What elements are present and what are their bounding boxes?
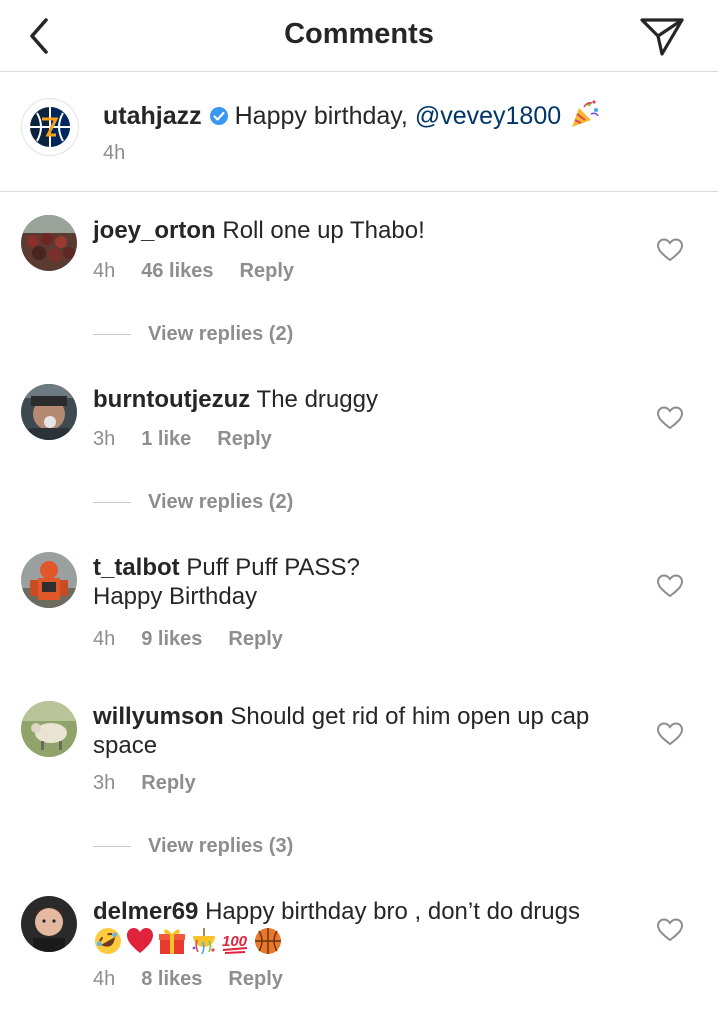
comment-body-line2: Happy Birthday	[93, 583, 258, 610]
avatar[interactable]	[21, 701, 77, 757]
reply-button[interactable]: Reply	[228, 968, 282, 990]
comment-meta: 3h 1 like Reply	[93, 428, 298, 451]
gift-emoji	[157, 926, 187, 961]
caption-text: utahjazz Happy birthday, @vevey1800	[103, 98, 601, 137]
avatar[interactable]	[21, 896, 77, 952]
comment-username[interactable]: delmer69	[93, 898, 198, 925]
view-replies-button[interactable]: View replies (2)	[93, 491, 293, 514]
likes-count[interactable]: 46 likes	[141, 260, 213, 282]
utah-jazz-logo	[30, 107, 70, 147]
utahjazz-avatar[interactable]	[21, 98, 79, 156]
comment-body: The druggy	[256, 386, 378, 413]
comment-timestamp: 4h	[93, 968, 116, 990]
likes-count[interactable]: 8 likes	[141, 968, 202, 990]
avatar[interactable]	[21, 215, 77, 271]
share-button[interactable]	[636, 12, 688, 58]
comment-username[interactable]: t_talbot	[93, 554, 180, 581]
like-button[interactable]	[656, 721, 684, 747]
red-heart-emoji	[125, 926, 155, 961]
comment-body: Happy birthday bro , don’t do drugs	[205, 898, 580, 925]
avatar[interactable]	[21, 384, 77, 440]
heart-outline-icon	[656, 238, 684, 262]
caption-timestamp: 4h	[103, 142, 126, 164]
reply-button[interactable]: Reply	[240, 260, 294, 282]
caption-message: Happy birthday,	[234, 102, 408, 130]
comment-username[interactable]: willyumson	[93, 703, 224, 730]
comment-timestamp: 4h	[93, 628, 116, 650]
comment-meta: 3h Reply	[93, 772, 222, 795]
page-title: Comments	[284, 18, 434, 50]
heart-outline-icon	[656, 406, 684, 430]
basketball-emoji	[253, 926, 283, 961]
emoji-row: 100	[93, 926, 285, 956]
paper-plane-icon	[640, 18, 684, 56]
replies-divider	[93, 334, 131, 336]
confetti-ball-emoji	[189, 926, 219, 961]
heart-outline-icon	[656, 574, 684, 598]
like-button[interactable]	[656, 405, 684, 431]
comment-text: delmer69 Happy birthday bro , don’t do d…	[93, 897, 633, 926]
replies-divider	[93, 846, 131, 848]
view-replies-label: View replies (2)	[148, 491, 294, 513]
like-button[interactable]	[656, 917, 684, 943]
avatar[interactable]	[21, 552, 77, 608]
caption-mention[interactable]: @vevey1800	[415, 102, 561, 130]
replies-divider	[93, 502, 131, 504]
comment-timestamp: 4h	[93, 260, 116, 282]
comment-username[interactable]: joey_orton	[93, 217, 216, 244]
hundred-points-emoji: 100	[221, 926, 251, 961]
reply-button[interactable]: Reply	[217, 428, 271, 450]
likes-count[interactable]: 1 like	[141, 428, 191, 450]
heart-outline-icon	[656, 918, 684, 942]
like-button[interactable]	[656, 237, 684, 263]
comment-text: burntoutjezuz The druggy	[93, 385, 633, 414]
caption-username[interactable]: utahjazz	[103, 102, 202, 130]
view-replies-button[interactable]: View replies (3)	[93, 835, 293, 858]
view-replies-label: View replies (3)	[148, 835, 294, 857]
rofl-emoji	[93, 926, 123, 961]
comment-timestamp: 3h	[93, 772, 116, 794]
comment-username[interactable]: burntoutjezuz	[93, 386, 250, 413]
header-bar: Comments	[0, 0, 718, 72]
like-button[interactable]	[656, 573, 684, 599]
likes-count[interactable]: 9 likes	[141, 628, 202, 650]
comment-text: t_talbot Puff Puff PASS? Happy Birthday	[93, 553, 633, 611]
comment-meta: 4h 46 likes Reply	[93, 260, 320, 283]
comment-body: Roll one up Thabo!	[222, 217, 425, 244]
comment-meta: 4h 9 likes Reply	[93, 628, 309, 651]
verified-badge-icon	[209, 104, 229, 133]
post-caption: utahjazz Happy birthday, @vevey1800 4h	[0, 72, 718, 192]
comment-text: joey_orton Roll one up Thabo!	[93, 216, 633, 245]
reply-button[interactable]: Reply	[228, 628, 282, 650]
reply-button[interactable]: Reply	[141, 772, 195, 794]
comment-text: willyumson Should get rid of him open up…	[93, 702, 633, 760]
party-popper-icon	[569, 98, 601, 137]
view-replies-button[interactable]: View replies (2)	[93, 323, 293, 346]
comment-meta: 4h 8 likes Reply	[93, 968, 309, 991]
heart-outline-icon	[656, 722, 684, 746]
comment-body: Puff Puff PASS?	[186, 554, 360, 581]
comment-timestamp: 3h	[93, 428, 116, 450]
view-replies-label: View replies (2)	[148, 323, 294, 345]
